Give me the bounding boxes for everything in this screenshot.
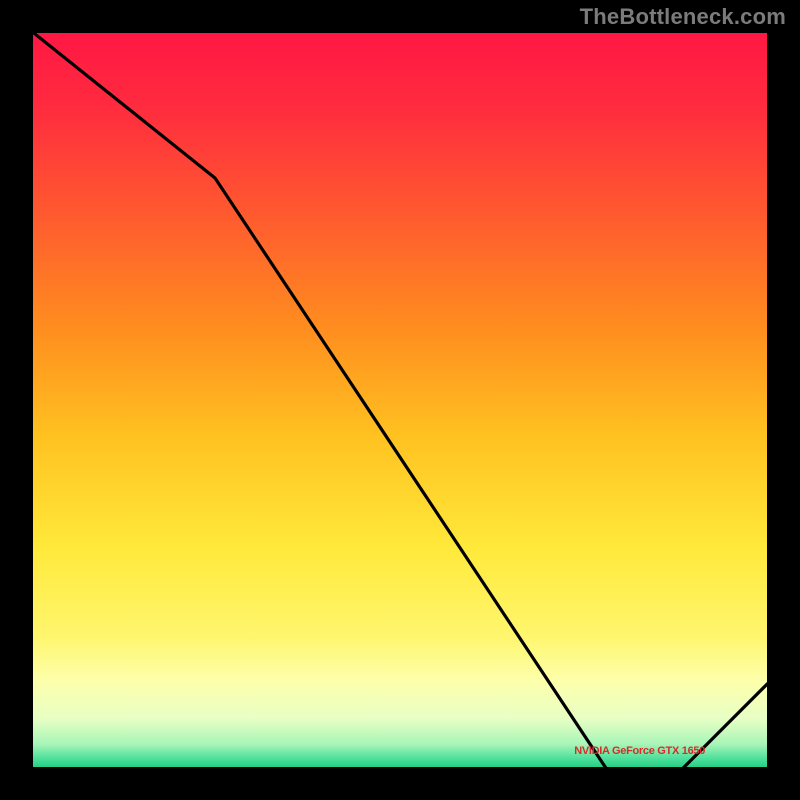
plot-area: NVIDIA GeForce GTX 1650	[30, 30, 770, 770]
chart-frame: TheBottleneck.com NVIDIA GeForce GTX 165…	[0, 0, 800, 800]
plot-border	[30, 30, 770, 770]
watermark-text: TheBottleneck.com	[580, 4, 786, 30]
